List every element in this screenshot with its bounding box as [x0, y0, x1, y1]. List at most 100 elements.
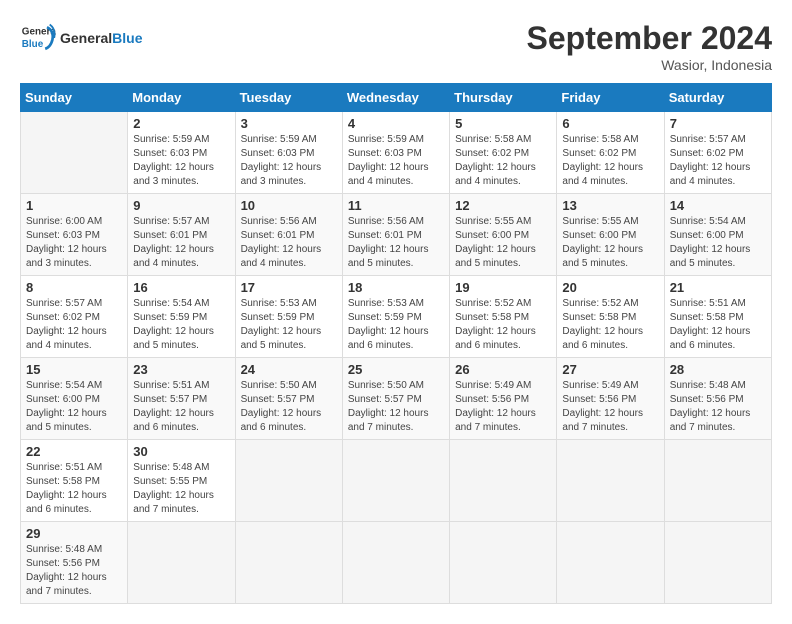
table-row: 19Sunrise: 5:52 AMSunset: 5:58 PMDayligh…	[450, 276, 557, 358]
day-info: Sunrise: 6:00 AMSunset: 6:03 PMDaylight:…	[26, 215, 122, 271]
day-number: 12	[455, 198, 551, 213]
day-number: 23	[133, 362, 229, 377]
table-row: 25Sunrise: 5:50 AMSunset: 5:57 PMDayligh…	[342, 358, 449, 440]
day-number: 30	[133, 444, 229, 459]
col-friday: Friday	[557, 84, 664, 112]
day-info: Sunrise: 5:53 AMSunset: 5:59 PMDaylight:…	[241, 297, 337, 353]
day-info: Sunrise: 5:59 AMSunset: 6:03 PMDaylight:…	[133, 133, 229, 189]
day-info: Sunrise: 5:51 AMSunset: 5:58 PMDaylight:…	[26, 461, 122, 517]
day-number: 16	[133, 280, 229, 295]
logo: General Blue GeneralBlue	[20, 20, 142, 56]
table-row: 8 Sunrise: 5:57 AMSunset: 6:02 PMDaylight…	[21, 276, 128, 358]
day-number: 5	[455, 116, 551, 131]
col-sunday: Sunday	[21, 84, 128, 112]
day-number: 2	[133, 116, 229, 131]
day-number: 9	[133, 198, 229, 213]
day-number: 15	[26, 362, 122, 377]
day-number: 28	[670, 362, 766, 377]
day-info: Sunrise: 5:56 AMSunset: 6:01 PMDaylight:…	[348, 215, 444, 271]
table-row: 23 Sunrise: 5:51 AMSunset: 5:57 PMDayligh…	[128, 358, 235, 440]
table-row	[664, 440, 771, 522]
table-row: 9 Sunrise: 5:57 AMSunset: 6:01 PMDaylight…	[128, 194, 235, 276]
table-row: 27Sunrise: 5:49 AMSunset: 5:56 PMDayligh…	[557, 358, 664, 440]
day-number: 27	[562, 362, 658, 377]
table-row: 14Sunrise: 5:54 AMSunset: 6:00 PMDayligh…	[664, 194, 771, 276]
table-row: 30 Sunrise: 5:48 AMSunset: 5:55 PMDayligh…	[128, 440, 235, 522]
table-row: 17 Sunrise: 5:53 AMSunset: 5:59 PMDayligh…	[235, 276, 342, 358]
col-wednesday: Wednesday	[342, 84, 449, 112]
day-info: Sunrise: 5:54 AMSunset: 5:59 PMDaylight:…	[133, 297, 229, 353]
day-info: Sunrise: 5:48 AMSunset: 5:55 PMDaylight:…	[133, 461, 229, 517]
day-info: Sunrise: 5:51 AMSunset: 5:57 PMDaylight:…	[133, 379, 229, 435]
table-row: 22 Sunrise: 5:51 AMSunset: 5:58 PMDayligh…	[21, 440, 128, 522]
day-info: Sunrise: 5:59 AMSunset: 6:03 PMDaylight:…	[241, 133, 337, 189]
day-number: 19	[455, 280, 551, 295]
day-number: 14	[670, 198, 766, 213]
logo-general: General	[60, 30, 112, 46]
day-number: 21	[670, 280, 766, 295]
day-number: 17	[241, 280, 337, 295]
day-info: Sunrise: 5:55 AMSunset: 6:00 PMDaylight:…	[455, 215, 551, 271]
table-row: 6Sunrise: 5:58 AMSunset: 6:02 PMDaylight…	[557, 112, 664, 194]
day-info: Sunrise: 5:54 AMSunset: 6:00 PMDaylight:…	[26, 379, 122, 435]
day-number: 25	[348, 362, 444, 377]
day-info: Sunrise: 5:56 AMSunset: 6:01 PMDaylight:…	[241, 215, 337, 271]
table-row: 29Sunrise: 5:48 AMSunset: 5:56 PMDayligh…	[21, 522, 128, 604]
table-row	[342, 440, 449, 522]
table-row: 10 Sunrise: 5:56 AMSunset: 6:01 PMDayligh…	[235, 194, 342, 276]
day-info: Sunrise: 5:55 AMSunset: 6:00 PMDaylight:…	[562, 215, 658, 271]
table-row: 13Sunrise: 5:55 AMSunset: 6:00 PMDayligh…	[557, 194, 664, 276]
day-info: Sunrise: 5:57 AMSunset: 6:02 PMDaylight:…	[670, 133, 766, 189]
table-row	[557, 440, 664, 522]
day-number: 18	[348, 280, 444, 295]
day-info: Sunrise: 5:48 AMSunset: 5:56 PMDaylight:…	[26, 543, 122, 599]
table-row: 7 Sunrise: 5:57 AMSunset: 6:02 PMDaylight…	[664, 112, 771, 194]
table-row: 5 Sunrise: 5:58 AMSunset: 6:02 PMDaylight…	[450, 112, 557, 194]
day-number: 24	[241, 362, 337, 377]
day-number: 3	[241, 116, 337, 131]
day-info: Sunrise: 5:57 AMSunset: 6:01 PMDaylight:…	[133, 215, 229, 271]
calendar-row: 8 Sunrise: 5:57 AMSunset: 6:02 PMDaylight…	[21, 276, 772, 358]
table-row: 16 Sunrise: 5:54 AMSunset: 5:59 PMDayligh…	[128, 276, 235, 358]
table-row	[342, 522, 449, 604]
svg-text:Blue: Blue	[22, 39, 44, 50]
col-saturday: Saturday	[664, 84, 771, 112]
table-row: 11Sunrise: 5:56 AMSunset: 6:01 PMDayligh…	[342, 194, 449, 276]
table-row: 1Sunrise: 6:00 AMSunset: 6:03 PMDaylight…	[21, 194, 128, 276]
day-info: Sunrise: 5:57 AMSunset: 6:02 PMDaylight:…	[26, 297, 122, 353]
day-number: 7	[670, 116, 766, 131]
day-number: 4	[348, 116, 444, 131]
table-row	[21, 112, 128, 194]
title-block: September 2024 Wasior, Indonesia	[527, 20, 772, 73]
logo-blue: Blue	[112, 30, 142, 46]
day-info: Sunrise: 5:49 AMSunset: 5:56 PMDaylight:…	[455, 379, 551, 435]
table-row: 2 Sunrise: 5:59 AMSunset: 6:03 PMDaylight…	[128, 112, 235, 194]
table-row	[235, 522, 342, 604]
calendar-table: Sunday Monday Tuesday Wednesday Thursday…	[20, 83, 772, 604]
day-info: Sunrise: 5:52 AMSunset: 5:58 PMDaylight:…	[562, 297, 658, 353]
col-thursday: Thursday	[450, 84, 557, 112]
table-row: 24Sunrise: 5:50 AMSunset: 5:57 PMDayligh…	[235, 358, 342, 440]
calendar-row: 1Sunrise: 6:00 AMSunset: 6:03 PMDaylight…	[21, 194, 772, 276]
day-number: 22	[26, 444, 122, 459]
col-tuesday: Tuesday	[235, 84, 342, 112]
table-row	[557, 522, 664, 604]
day-number: 6	[562, 116, 658, 131]
day-number: 8	[26, 280, 122, 295]
calendar-row: 22 Sunrise: 5:51 AMSunset: 5:58 PMDayligh…	[21, 440, 772, 522]
day-info: Sunrise: 5:48 AMSunset: 5:56 PMDaylight:…	[670, 379, 766, 435]
table-row: 4Sunrise: 5:59 AMSunset: 6:03 PMDaylight…	[342, 112, 449, 194]
table-row: 21 Sunrise: 5:51 AMSunset: 5:58 PMDayligh…	[664, 276, 771, 358]
table-row: 12 Sunrise: 5:55 AMSunset: 6:00 PMDayligh…	[450, 194, 557, 276]
table-row	[450, 440, 557, 522]
day-info: Sunrise: 5:58 AMSunset: 6:02 PMDaylight:…	[455, 133, 551, 189]
calendar-row: 15 Sunrise: 5:54 AMSunset: 6:00 PMDayligh…	[21, 358, 772, 440]
day-info: Sunrise: 5:51 AMSunset: 5:58 PMDaylight:…	[670, 297, 766, 353]
header-row: Sunday Monday Tuesday Wednesday Thursday…	[21, 84, 772, 112]
table-row: 3 Sunrise: 5:59 AMSunset: 6:03 PMDaylight…	[235, 112, 342, 194]
table-row	[450, 522, 557, 604]
table-row	[235, 440, 342, 522]
location: Wasior, Indonesia	[527, 57, 772, 73]
table-row: 15 Sunrise: 5:54 AMSunset: 6:00 PMDayligh…	[21, 358, 128, 440]
day-number: 10	[241, 198, 337, 213]
